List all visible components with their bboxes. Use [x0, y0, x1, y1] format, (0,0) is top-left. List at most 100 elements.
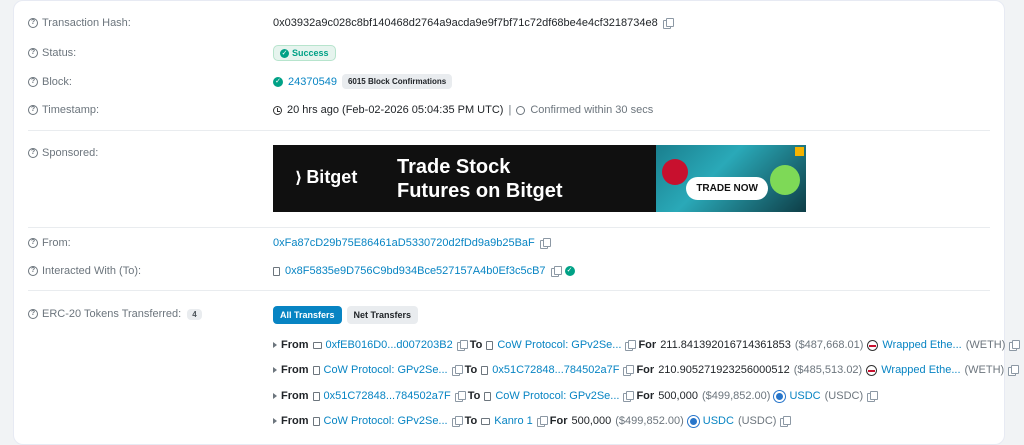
contract-icon: [312, 391, 320, 401]
check-circle-icon: ✓: [273, 76, 283, 87]
help-icon[interactable]: ?: [28, 77, 38, 87]
transfer-to-link[interactable]: CoW Protocol: GPv2Se...: [497, 339, 621, 351]
copy-icon[interactable]: [867, 391, 879, 402]
from-address-link[interactable]: 0xFa87cD29b75E86461aD5330720d2fDd9a9b25B…: [273, 237, 535, 249]
transfer-to-link[interactable]: Kanro 1: [494, 415, 533, 427]
help-icon[interactable]: ?: [28, 18, 38, 28]
for-keyword: For: [636, 390, 655, 402]
from-label-wrap: ? From:: [28, 237, 71, 249]
copy-icon[interactable]: [454, 391, 466, 402]
token-link[interactable]: USDC: [789, 390, 820, 402]
interacted-with-address-link[interactable]: 0x8F5835e9D756C9bd934Bce527157A4b0Ef3c5c…: [285, 265, 546, 277]
contract-icon: [484, 391, 492, 401]
copy-icon[interactable]: [451, 365, 463, 376]
tab-all-transfers[interactable]: All Transfers: [273, 306, 342, 324]
stopwatch-icon: [516, 105, 526, 115]
token-symbol: (WETH): [964, 364, 1005, 376]
copy-icon[interactable]: [625, 340, 637, 351]
sponsored-banner[interactable]: ⟩ Bitget Trade Stock Futures on Bitget T…: [273, 145, 806, 212]
token-symbol: (USDC): [737, 415, 777, 427]
token-symbol: (USDC): [824, 390, 864, 402]
timestamp-value-wrap: 20 hrs ago (Feb-02-2026 05:04:35 PM UTC)…: [273, 104, 653, 116]
transfer-usd: ($499,852.00): [615, 415, 684, 427]
block-confirmations-badge: 6015 Block Confirmations: [341, 74, 453, 89]
from-value-wrap: 0xFa87cD29b75E86461aD5330720d2fDd9a9b25B…: [273, 237, 551, 249]
timestamp-confirmed: Confirmed within 30 secs: [530, 104, 654, 116]
copy-icon[interactable]: [550, 266, 562, 277]
transfer-row: From 0x51C72848...784502a7F To CoW Proto…: [273, 390, 879, 402]
weth-token-icon: [866, 364, 878, 376]
banner-headline-line1: Trade Stock: [397, 156, 511, 178]
from-keyword: From: [281, 415, 309, 427]
transfer-amount: 500,000: [658, 390, 698, 402]
block-number-link[interactable]: 24370549: [288, 76, 337, 88]
verified-check-icon: ✓: [564, 266, 575, 276]
transaction-hash-label-wrap: ? Transaction Hash:: [28, 17, 131, 29]
transfer-to-link[interactable]: 0x51C72848...784502a7F: [492, 364, 619, 376]
sponsored-label: Sponsored:: [42, 147, 99, 159]
copy-icon[interactable]: [539, 238, 551, 249]
copy-icon[interactable]: [451, 416, 463, 427]
for-keyword: For: [636, 364, 655, 376]
transaction-hash-value: 0x03932a9c028c8bf140468d2764a9acda9e9f7b…: [273, 17, 658, 29]
status-label: Status:: [42, 47, 77, 59]
contract-icon: [486, 340, 494, 350]
block-label-wrap: ? Block:: [28, 76, 72, 88]
status-value-wrap: ✓ Success: [273, 45, 336, 61]
transfer-to-link[interactable]: CoW Protocol: GPv2Se...: [495, 390, 619, 402]
copy-icon[interactable]: [456, 340, 468, 351]
token-link[interactable]: Wrapped Ethe...: [881, 364, 960, 376]
copy-icon[interactable]: [623, 391, 635, 402]
contract-icon: [312, 416, 320, 426]
ad-choices-icon[interactable]: [795, 147, 804, 156]
token-link[interactable]: USDC: [703, 415, 734, 427]
help-icon[interactable]: ?: [28, 48, 38, 58]
to-keyword: To: [464, 364, 478, 376]
transfer-usd: ($499,852.00): [701, 390, 771, 402]
token-link[interactable]: Wrapped Ethe...: [882, 339, 961, 351]
help-icon[interactable]: ?: [28, 238, 38, 248]
help-icon[interactable]: ?: [28, 266, 38, 276]
transfer-from-link[interactable]: 0x51C72848...784502a7F: [324, 390, 451, 402]
timestamp-label: Timestamp:: [42, 104, 100, 116]
caret-right-icon[interactable]: [273, 418, 277, 424]
copy-icon[interactable]: [536, 416, 548, 427]
contract-icon: [312, 365, 320, 375]
transfer-from-link[interactable]: CoW Protocol: GPv2Se...: [324, 415, 448, 427]
sponsored-label-wrap: ? Sponsored:: [28, 147, 98, 159]
contract-icon: [273, 266, 280, 276]
from-keyword: From: [281, 364, 309, 376]
for-keyword: For: [549, 415, 568, 427]
caret-right-icon[interactable]: [273, 367, 277, 373]
usdc-token-icon: [687, 415, 699, 427]
erc20-count-badge: 4: [187, 308, 202, 320]
divider: [28, 130, 990, 131]
help-icon[interactable]: ?: [28, 309, 38, 319]
help-icon[interactable]: ?: [28, 148, 38, 158]
timestamp-label-wrap: ? Timestamp:: [28, 104, 99, 116]
timestamp-value: 20 hrs ago (Feb-02-2026 05:04:35 PM UTC): [287, 104, 504, 116]
transfer-from-link[interactable]: CoW Protocol: GPv2Se...: [324, 364, 448, 376]
copy-icon[interactable]: [623, 365, 635, 376]
transfer-from-link[interactable]: 0xfEB016D0...d007203B2: [326, 339, 453, 351]
copy-icon[interactable]: [1008, 365, 1020, 376]
from-keyword: From: [281, 339, 309, 351]
transfer-row: From CoW Protocol: GPv2Se... To Kanro 1 …: [273, 415, 792, 427]
copy-icon[interactable]: [662, 18, 674, 29]
erc20-label-wrap: ? ERC-20 Tokens Transferred: 4: [28, 308, 202, 320]
caret-right-icon[interactable]: [273, 393, 277, 399]
copy-icon[interactable]: [1009, 340, 1021, 351]
trade-now-button[interactable]: TRADE NOW: [686, 177, 768, 200]
transfer-amount: 210.905271923256000512: [658, 364, 790, 376]
tab-net-transfers[interactable]: Net Transfers: [346, 306, 419, 324]
caret-right-icon[interactable]: [273, 342, 277, 348]
interacted-with-label-wrap: ? Interacted With (To):: [28, 265, 141, 277]
transfer-amount: 500,000: [571, 415, 612, 427]
help-icon[interactable]: ?: [28, 105, 38, 115]
copy-icon[interactable]: [780, 416, 792, 427]
transaction-hash-value-wrap: 0x03932a9c028c8bf140468d2764a9acda9e9f7b…: [273, 17, 674, 29]
to-keyword: To: [464, 415, 478, 427]
usdc-token-icon: [774, 390, 786, 402]
contract-icon: [481, 365, 489, 375]
token-symbol: (WETH): [965, 339, 1006, 351]
